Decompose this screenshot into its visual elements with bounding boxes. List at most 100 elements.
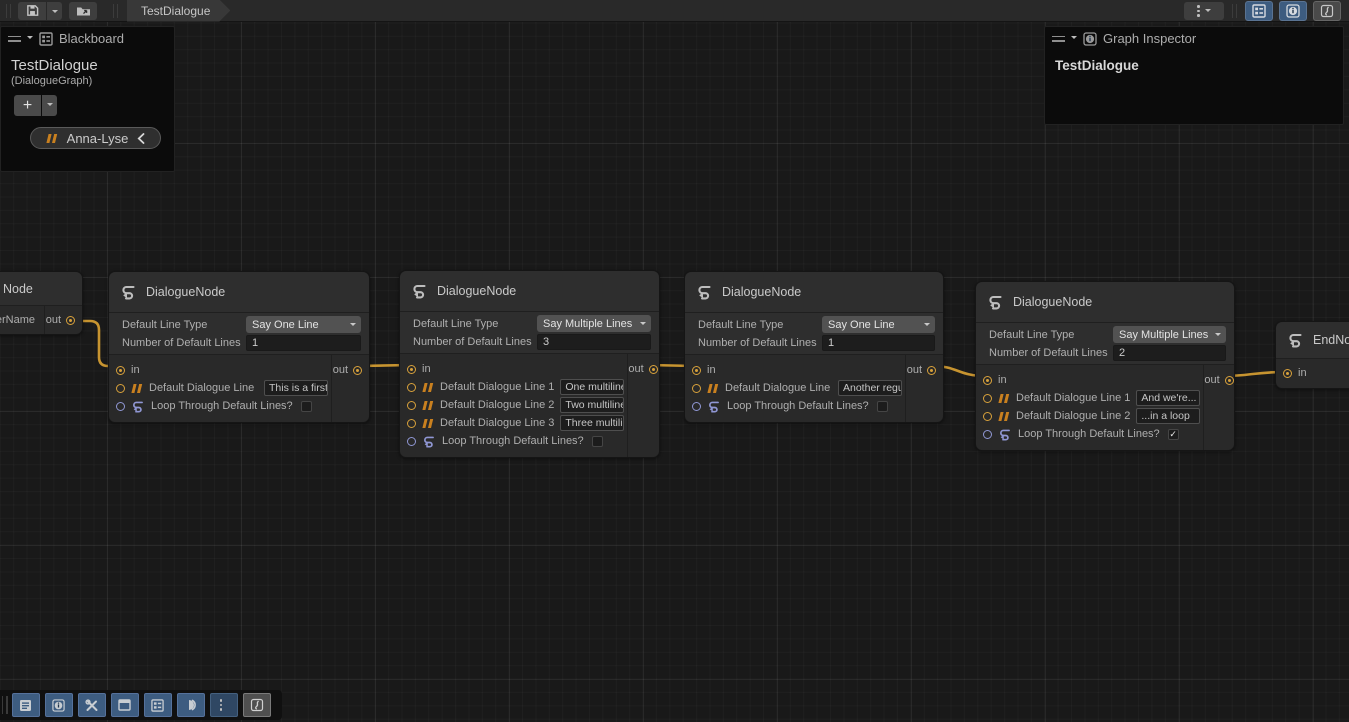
line-port-dot[interactable] [407, 401, 416, 410]
line-type-label: Default Line Type [989, 329, 1113, 341]
speaker-out-port[interactable]: out [44, 306, 82, 334]
loop-icon [707, 400, 721, 413]
panel-drag-handle-icon[interactable] [8, 36, 21, 42]
quote-icon [422, 419, 434, 428]
dialogue-node-icon [696, 284, 713, 300]
blackboard-header[interactable]: Blackboard [1, 27, 174, 50]
blackboard-button[interactable] [144, 693, 172, 717]
line-port-dot[interactable] [983, 394, 992, 403]
dialogue-line-input[interactable]: One multiline [560, 379, 624, 395]
minimap-toggle-button[interactable] [1313, 1, 1341, 21]
window-icon [118, 699, 131, 711]
overflow-button[interactable] [210, 693, 238, 717]
line-port-dot[interactable] [692, 384, 701, 393]
out-port-row: out [906, 362, 936, 378]
add-variable-button[interactable]: + [14, 95, 41, 116]
save-icon [26, 4, 39, 17]
loop-port-dot[interactable] [983, 430, 992, 439]
toolbar-handle[interactable] [2, 696, 4, 714]
add-variable-dropdown-button[interactable] [42, 95, 57, 116]
spark-icon [250, 698, 264, 712]
out-port-dot[interactable] [1225, 376, 1234, 385]
dialogue-line-input[interactable]: Another regu [838, 380, 902, 396]
in-port-dot[interactable] [692, 366, 701, 375]
count-input[interactable]: 1 [822, 335, 935, 351]
dialogue-node-3[interactable]: DialogueNode Default Line Type Say One L… [684, 271, 944, 423]
dialogue-line-input[interactable]: Three multili [560, 415, 624, 431]
count-input[interactable]: 3 [537, 334, 651, 350]
out-port-dot[interactable] [927, 366, 936, 375]
node-header[interactable]: DialogueNode [685, 272, 943, 312]
loop-port-dot[interactable] [692, 402, 701, 411]
line-type-label: Default Line Type [698, 319, 822, 331]
out-port-dot[interactable] [649, 365, 658, 374]
dialogue-node-1[interactable]: DialogueNode Default Line Type Say One L… [108, 271, 370, 423]
dialogue-node-2[interactable]: DialogueNode Default Line Type Say Multi… [399, 270, 660, 458]
spark-button[interactable] [243, 693, 271, 717]
node-header[interactable]: DialogueNode [976, 282, 1234, 322]
collapse-arrow-icon[interactable] [1071, 36, 1077, 42]
in-port-dot[interactable] [116, 366, 125, 375]
graph-tab-label: TestDialogue [141, 4, 210, 18]
loop-checkbox[interactable]: ✓ [1168, 429, 1179, 440]
end-node[interactable]: EndNode in [1275, 321, 1349, 389]
speaker-node[interactable]: Node kerName out [0, 271, 83, 335]
loop-checkbox[interactable] [592, 436, 603, 447]
loop-port-dot[interactable] [116, 402, 125, 411]
line-port-dot[interactable] [407, 383, 416, 392]
dialogue-line-input[interactable]: Two multiline [560, 397, 624, 413]
toolbar-handle [4, 4, 12, 18]
transition-button[interactable] [177, 693, 205, 717]
in-port-dot[interactable] [983, 376, 992, 385]
count-input[interactable]: 1 [246, 335, 361, 351]
loop-icon [998, 428, 1012, 441]
panel-drag-handle-icon[interactable] [1052, 36, 1065, 42]
inspector-graph-name: TestDialogue [1045, 50, 1343, 73]
window-button[interactable] [111, 693, 139, 717]
graph-inspector-panel[interactable]: Graph Inspector TestDialogue [1044, 26, 1344, 125]
line-port-dot[interactable] [983, 412, 992, 421]
out-port-dot[interactable] [66, 316, 75, 325]
line-type-dropdown[interactable]: Say One Line [822, 316, 935, 333]
graph-inspector-header[interactable]: Graph Inspector [1045, 27, 1343, 50]
tools-button[interactable] [78, 693, 106, 717]
blackboard-toggle-icon [1252, 4, 1266, 18]
blackboard-panel[interactable]: Blackboard TestDialogue (DialogueGraph) … [0, 26, 175, 172]
chevron-left-icon[interactable] [137, 133, 145, 144]
loop-checkbox[interactable] [301, 401, 312, 412]
blackboard-graph-type: (DialogueGraph) [1, 74, 174, 87]
tools-icon [85, 699, 99, 712]
line-type-dropdown[interactable]: Say One Line [246, 316, 361, 333]
open-asset-button[interactable] [69, 2, 97, 20]
line-type-dropdown[interactable]: Say Multiple Lines [537, 315, 651, 332]
node-header[interactable]: DialogueNode [109, 272, 369, 312]
in-port-dot[interactable] [1283, 369, 1292, 378]
out-port-dot[interactable] [353, 366, 362, 375]
save-dropdown-button[interactable] [47, 2, 62, 20]
node-header[interactable]: EndNode [1276, 322, 1349, 358]
dialogue-line-input[interactable]: ...in a loop [1136, 408, 1200, 424]
in-port-dot[interactable] [407, 365, 416, 374]
info-button[interactable] [45, 693, 73, 717]
blackboard-variable-row[interactable]: Anna-Lyse [30, 127, 161, 149]
blackboard-toggle-button[interactable] [1245, 1, 1273, 21]
line-port-dot[interactable] [407, 419, 416, 428]
transition-icon [184, 699, 197, 711]
save-button[interactable] [18, 2, 46, 20]
dialogue-line-input[interactable]: This is a first [264, 380, 328, 396]
loop-checkbox[interactable] [877, 401, 888, 412]
count-input[interactable]: 2 [1113, 345, 1226, 361]
in-port-row: in [1283, 365, 1349, 381]
graph-tab[interactable]: TestDialogue [127, 0, 230, 22]
collapse-arrow-icon[interactable] [27, 36, 33, 42]
overflow-menu-button[interactable] [1184, 2, 1224, 20]
node-header[interactable]: DialogueNode [400, 271, 659, 311]
line-type-dropdown[interactable]: Say Multiple Lines [1113, 326, 1226, 343]
loop-port-dot[interactable] [407, 437, 416, 446]
inspector-toggle-button[interactable] [1279, 1, 1307, 21]
dialogue-node-4[interactable]: DialogueNode Default Line Type Say Multi… [975, 281, 1235, 451]
console-button[interactable] [12, 693, 40, 717]
line-port-dot[interactable] [116, 384, 125, 393]
speaker-node-header[interactable]: Node [0, 272, 82, 305]
dialogue-line-input[interactable]: And we're... [1136, 390, 1200, 406]
